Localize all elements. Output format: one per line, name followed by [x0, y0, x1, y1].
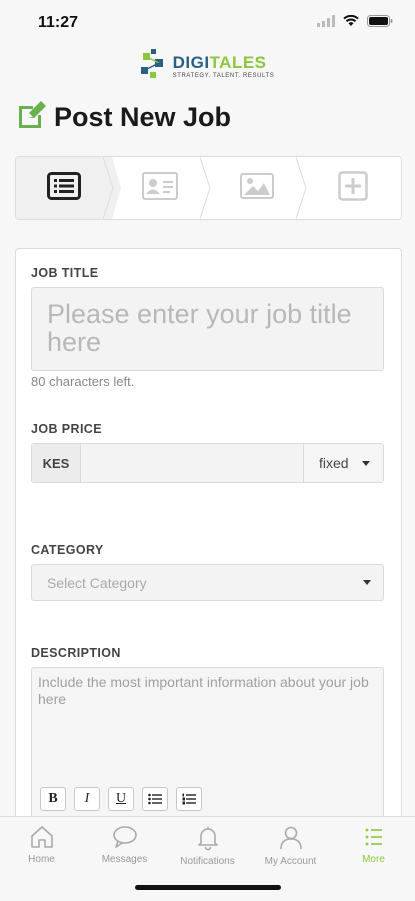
status-time: 11:27 — [38, 14, 79, 31]
job-price-input[interactable] — [81, 444, 303, 482]
job-form: JOB TITLE Please enter your job title he… — [15, 248, 402, 850]
logo-name-part2: TALES — [209, 52, 267, 72]
job-price-group: KES fixed — [31, 443, 384, 483]
more-list-icon — [365, 828, 382, 846]
id-card-icon — [142, 171, 179, 205]
job-price-label: JOB PRICE — [31, 422, 102, 436]
logo-name: DIGITALES — [173, 54, 275, 71]
tab-home[interactable]: Home — [0, 825, 83, 865]
battery-icon — [367, 14, 393, 32]
underline-button[interactable]: U — [108, 787, 134, 811]
signal-icon — [317, 14, 335, 32]
tab-messages-label: Messages — [101, 854, 148, 865]
step-images[interactable] — [208, 157, 307, 219]
logo-mark-icon — [140, 48, 167, 84]
bell-icon — [197, 827, 218, 851]
price-type-value: fixed — [319, 455, 349, 471]
app-logo: DIGITALES STRATEGY. TALENT. RESULTS — [0, 44, 415, 88]
tab-messages[interactable]: Messages — [83, 825, 166, 865]
edit-icon — [16, 100, 48, 135]
category-label: CATEGORY — [31, 543, 104, 557]
wifi-icon — [343, 14, 359, 32]
chat-icon — [112, 826, 137, 848]
tab-notifications[interactable]: Notifications — [166, 825, 249, 867]
tab-more-label: More — [362, 854, 385, 865]
description-label: DESCRIPTION — [31, 646, 121, 660]
caret-down-icon — [363, 580, 371, 585]
tab-more[interactable]: More — [332, 825, 415, 865]
numbered-list-icon — [182, 793, 196, 805]
home-indicator[interactable] — [135, 885, 281, 890]
step-divider — [103, 157, 122, 219]
currency-label: KES — [32, 444, 81, 482]
status-icons — [317, 14, 393, 32]
list-icon — [47, 171, 82, 205]
category-placeholder: Select Category — [47, 574, 147, 591]
user-icon — [279, 826, 302, 850]
step-divider — [295, 157, 307, 219]
bold-button[interactable]: B — [40, 787, 66, 811]
step-contact[interactable] — [112, 157, 211, 219]
job-title-input[interactable]: Please enter your job title here — [31, 287, 384, 371]
tab-notifications-label: Notifications — [180, 856, 235, 867]
step-wizard — [15, 156, 402, 220]
logo-tagline: STRATEGY. TALENT. RESULTS — [172, 72, 275, 79]
price-type-select[interactable]: fixed — [303, 444, 383, 482]
step-extras[interactable] — [304, 157, 401, 219]
logo-name-part1: DIGI — [172, 52, 210, 72]
description-placeholder: Include the most important information a… — [38, 674, 369, 707]
italic-button[interactable]: I — [74, 787, 100, 811]
job-title-label: JOB TITLE — [31, 266, 99, 280]
home-icon — [30, 826, 53, 848]
bullet-list-icon — [148, 793, 162, 805]
caret-down-icon — [362, 460, 370, 466]
plus-square-icon — [338, 170, 368, 206]
job-title-placeholder: Please enter your job title here — [47, 299, 352, 357]
status-bar: 11:27 — [0, 0, 415, 44]
page-title-text: Post New Job — [54, 102, 232, 132]
image-icon — [239, 172, 274, 204]
numbered-list-button[interactable] — [176, 787, 202, 811]
editor-toolbar: B I U — [40, 787, 202, 811]
category-select[interactable]: Select Category — [31, 564, 384, 601]
job-title-char-count: 80 characters left. — [31, 374, 135, 389]
step-divider — [199, 157, 211, 219]
step-details[interactable] — [16, 157, 122, 219]
page-title: Post New Job — [16, 100, 231, 135]
tab-my-account-label: My Account — [264, 856, 317, 867]
tab-my-account[interactable]: My Account — [249, 825, 332, 867]
tab-home-label: Home — [28, 854, 55, 865]
bullet-list-button[interactable] — [142, 787, 168, 811]
